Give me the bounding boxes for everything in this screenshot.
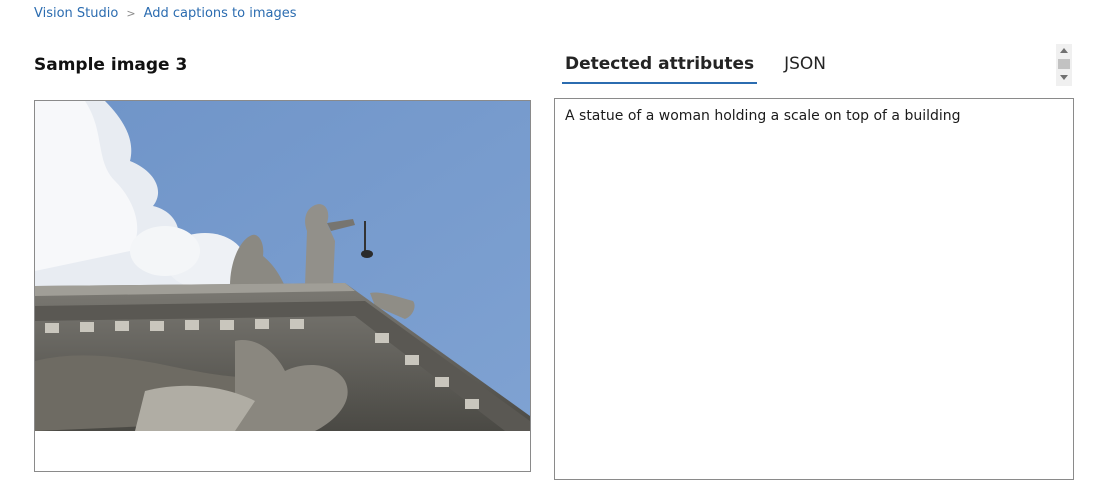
result-tabs: Detected attributes JSON — [562, 44, 853, 84]
statue-building-image — [35, 101, 530, 431]
detected-attributes-panel: A statue of a woman holding a scale on t… — [554, 98, 1074, 480]
chevron-down-icon[interactable] — [1056, 72, 1072, 84]
tabs-scrollbar[interactable] — [1056, 44, 1072, 86]
caption-result: A statue of a woman holding a scale on t… — [565, 108, 961, 124]
sample-image-title: Sample image 3 — [34, 55, 188, 75]
sample-image — [34, 100, 531, 472]
tab-detected-attributes[interactable]: Detected attributes — [562, 44, 758, 84]
breadcrumb-separator-icon: > — [126, 7, 136, 20]
scrollbar-thumb[interactable] — [1058, 59, 1070, 69]
breadcrumb-vision-studio[interactable]: Vision Studio — [34, 6, 118, 21]
breadcrumb-add-captions[interactable]: Add captions to images — [144, 6, 297, 21]
tab-json[interactable]: JSON — [781, 44, 829, 84]
chevron-up-icon[interactable] — [1056, 44, 1072, 56]
breadcrumb: Vision Studio > Add captions to images — [34, 6, 296, 21]
